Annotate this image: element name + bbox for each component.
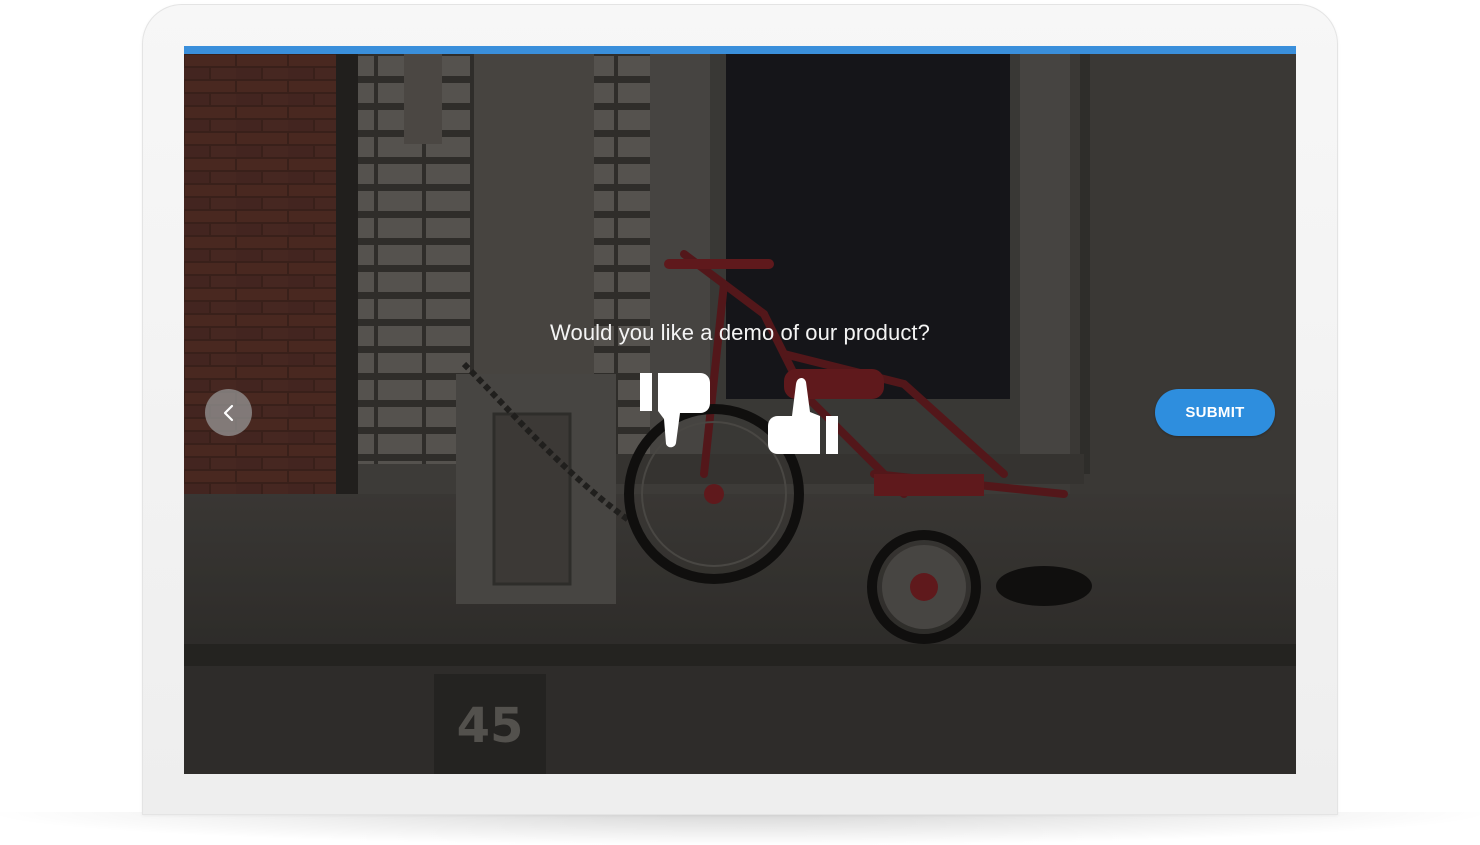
thumbs-up-button[interactable] (766, 374, 838, 458)
survey-question: Would you like a demo of our product? (550, 320, 930, 345)
survey-screen: 45 Would you like a demo of our product? (184, 46, 1296, 774)
thumbs-up-icon (768, 378, 838, 454)
progress-bar (184, 46, 1296, 54)
thumbs-down-icon (640, 373, 710, 448)
progress-bar-fill (184, 46, 1296, 54)
dark-overlay (184, 46, 1296, 774)
submit-button[interactable]: SUBMIT (1155, 389, 1275, 436)
chevron-left-icon (223, 404, 233, 421)
device-shadow (0, 812, 1480, 845)
thumbs-down-button[interactable] (640, 371, 712, 455)
previous-button[interactable] (205, 389, 252, 436)
